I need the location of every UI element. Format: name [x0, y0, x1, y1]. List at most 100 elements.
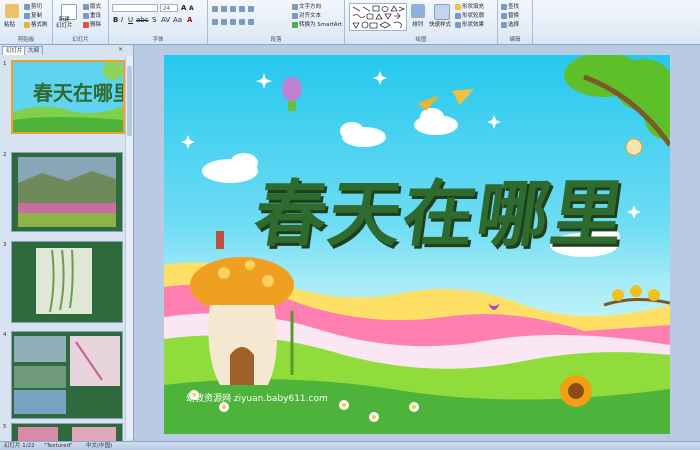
slide-number: 3 [3, 242, 7, 248]
increase-indent-icon[interactable] [238, 5, 245, 12]
search-icon [501, 3, 507, 10]
ribbon: 粘贴 剪切 复制 格式刷 剪贴板 新建 幻灯片 版式 重设 删除 幻灯片 24 … [0, 0, 700, 45]
align-buttons [212, 18, 255, 25]
font-group-label: 字体 [152, 37, 164, 43]
list-buttons [212, 5, 255, 12]
slides-group: 新建 幻灯片 版式 重设 删除 幻灯片 [53, 0, 109, 44]
line-spacing-icon[interactable] [247, 5, 254, 12]
editing-group-label: 编辑 [509, 37, 521, 43]
align-center-icon[interactable] [220, 18, 227, 25]
drawing-group-label: 绘图 [415, 37, 427, 43]
thumbnail-3-art [12, 242, 122, 322]
tab-slides[interactable]: 幻灯片 [2, 46, 27, 55]
justify-icon[interactable] [238, 18, 245, 25]
quick-styles-button[interactable]: 快速样式 [429, 20, 451, 28]
shapes-gallery[interactable] [349, 3, 407, 31]
arrange-button[interactable]: 排列 [412, 20, 423, 28]
font-group: 24 A A B I U abc S AV Aa A 字体 [109, 0, 208, 44]
shadow-button[interactable]: S [152, 16, 156, 24]
slide-title[interactable]: 春天在哪里 [249, 155, 634, 260]
close-pane-icon[interactable]: × [118, 46, 123, 53]
align-right-icon[interactable] [229, 18, 236, 25]
panel-scrollbar[interactable] [125, 56, 133, 439]
new-slide-button[interactable]: 新建 幻灯片 [56, 17, 73, 29]
bullets-icon[interactable] [212, 5, 218, 12]
font-color-button[interactable]: A [187, 16, 192, 24]
delete-icon [83, 21, 89, 28]
copy-icon [24, 12, 30, 19]
align-text-icon [292, 12, 298, 19]
format-painter-button[interactable]: 格式刷 [24, 20, 48, 28]
shape-effects-button[interactable]: 形状效果 [455, 20, 484, 28]
tab-outline[interactable]: 大纲 [24, 46, 44, 55]
underline-button[interactable]: U [128, 16, 133, 24]
copy-button[interactable]: 复制 [24, 11, 42, 19]
shrink-font-button[interactable]: A [189, 5, 194, 12]
smartart-button[interactable]: 转换为 SmartArt [292, 20, 342, 28]
replace-button[interactable]: 替换 [501, 11, 519, 19]
quick-styles-icon[interactable] [434, 4, 450, 20]
grow-font-button[interactable]: A [181, 4, 186, 12]
select-button[interactable]: 选择 [501, 20, 519, 28]
slide-thumbnail-2[interactable] [11, 152, 123, 232]
cut-button[interactable]: 剪切 [24, 2, 42, 10]
align-text-button[interactable]: 对齐文本 [292, 11, 321, 19]
slide-thumbnail-3[interactable] [11, 241, 123, 323]
delete-slide-button[interactable]: 删除 [83, 20, 101, 28]
shapes-gallery-icons [352, 5, 406, 29]
columns-icon[interactable] [247, 18, 254, 25]
align-left-icon[interactable] [212, 18, 218, 25]
brush-icon [24, 21, 30, 28]
outline-icon [455, 12, 461, 19]
slide-canvas[interactable]: 春天在哪里 幼教资源网 ziyuan.baby611.com [164, 55, 670, 434]
scissors-icon [24, 3, 30, 10]
reset-icon [83, 12, 89, 19]
slide-watermark: 幼教资源网 ziyuan.baby611.com [186, 394, 328, 404]
paragraph-group: 文字方向 对齐文本 转换为 SmartArt 段落 [208, 0, 345, 44]
find-button[interactable]: 查找 [501, 2, 519, 10]
paragraph-group-label: 段落 [270, 37, 282, 43]
arrange-icon[interactable] [411, 4, 425, 18]
slide-thumbnail-4[interactable] [11, 331, 123, 419]
slide-edit-area: 春天在哪里 幼教资源网 ziyuan.baby611.com [134, 45, 700, 441]
layout-icon [83, 3, 89, 10]
editing-group: 查找 替换 选择 编辑 [498, 0, 533, 44]
scrollbar-thumb[interactable] [127, 66, 132, 136]
shape-fill-button[interactable]: 形状填充 [455, 2, 484, 10]
font-name-field[interactable] [112, 4, 158, 12]
slides-panel: 幻灯片 大纲 × 1 春天在哪里 2 3 4 5 [0, 45, 134, 442]
thumbnail-2-art [12, 153, 122, 231]
reset-button[interactable]: 重设 [83, 11, 101, 19]
char-spacing-button[interactable]: AV [161, 16, 170, 24]
text-direction-button[interactable]: 文字方向 [292, 2, 321, 10]
font-size-field[interactable]: 24 [160, 4, 178, 12]
clipboard-group-label: 剪贴板 [17, 37, 35, 43]
strikethrough-button[interactable]: abc [136, 16, 149, 24]
thumbnail-1-title: 春天在哪里 [32, 81, 123, 105]
slide-number: 5 [3, 424, 7, 430]
thumbnail-5-art [12, 424, 122, 441]
slide-number: 4 [3, 332, 7, 338]
decrease-indent-icon[interactable] [229, 5, 236, 12]
layout-button[interactable]: 版式 [83, 2, 101, 10]
slide-number: 2 [3, 152, 7, 158]
thumbnail-1-art: 春天在哪里 [13, 62, 123, 132]
effects-icon [455, 21, 461, 28]
clipboard-group: 粘贴 剪切 复制 格式刷 剪贴板 [0, 0, 53, 44]
slides-group-label: 幻灯片 [72, 37, 89, 43]
drawing-group: 排列 快速样式 形状填充 形状轮廓 形状效果 绘图 [345, 0, 498, 44]
select-icon [501, 21, 507, 28]
paste-icon[interactable] [5, 4, 19, 18]
slide-thumbnail-5[interactable] [11, 423, 123, 442]
thumbnail-4-art [12, 332, 122, 418]
change-case-button[interactable]: Aa [173, 16, 182, 24]
paste-button[interactable]: 粘贴 [4, 20, 15, 28]
bold-button[interactable]: B [113, 16, 118, 24]
slide-thumbnail-1[interactable]: 春天在哪里 [11, 60, 125, 134]
slide-number: 1 [3, 61, 7, 67]
italic-button[interactable]: I [121, 16, 123, 24]
replace-icon [501, 12, 507, 19]
numbering-icon[interactable] [220, 5, 227, 12]
fill-icon [455, 3, 461, 10]
shape-outline-button[interactable]: 形状轮廓 [455, 11, 484, 19]
